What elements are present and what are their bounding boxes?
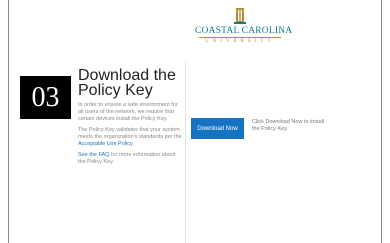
- download-now-button[interactable]: Download Now: [191, 118, 244, 139]
- description-paragraph-2: The Policy Key validates that your syste…: [78, 127, 182, 148]
- faq-link[interactable]: See the FAQ: [78, 152, 110, 158]
- page-frame: COASTAL CAROLINA UNIVERSITY 03 Download …: [8, 0, 382, 243]
- chanticleer-logo-icon: [234, 8, 246, 24]
- university-logo: COASTAL CAROLINA UNIVERSITY: [195, 7, 293, 49]
- logo-name: COASTAL CAROLINA: [195, 26, 293, 36]
- description-paragraph-3: See the FAQ for more information about t…: [78, 152, 182, 166]
- column-divider: [185, 62, 186, 243]
- download-instruction: Click Download Now to install the Policy…: [252, 119, 325, 132]
- logo-rule: [199, 37, 281, 38]
- description: In order to ensure a safe environment fo…: [78, 102, 182, 170]
- description-paragraph-1: In order to ensure a safe environment fo…: [78, 102, 178, 122]
- description-text-2: The Policy Key validates that your syste…: [78, 127, 182, 140]
- step-number: 03: [20, 76, 71, 119]
- page-title: Download the Policy Key: [78, 67, 176, 99]
- description-end-2: .: [132, 141, 134, 147]
- logo-sub: UNIVERSITY: [205, 39, 275, 44]
- acceptable-use-policy-link[interactable]: Acceptable Use Policy: [78, 141, 132, 147]
